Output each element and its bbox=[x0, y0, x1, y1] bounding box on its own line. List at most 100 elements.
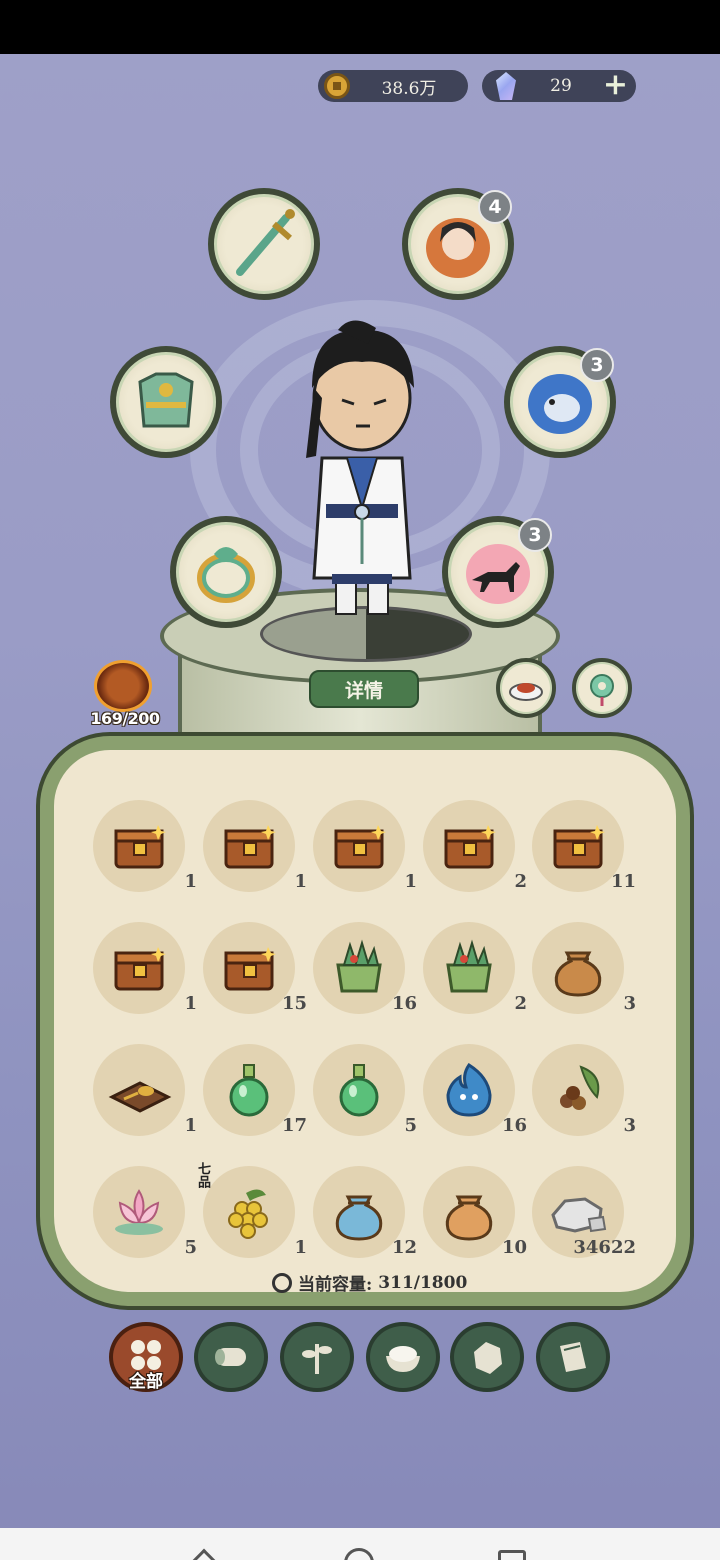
item-count: 3 bbox=[623, 1115, 636, 1136]
spirit-flame-icon bbox=[446, 1062, 492, 1117]
spirit-beast-slot[interactable]: 3 bbox=[504, 346, 616, 458]
inventory-item[interactable]: 5 bbox=[93, 1166, 197, 1258]
home-icon[interactable] bbox=[344, 1548, 374, 1560]
jade-pendant-icon bbox=[590, 674, 614, 706]
energy-value: 169/200 bbox=[90, 709, 160, 728]
item-count: 1 bbox=[404, 871, 417, 892]
herb-icon bbox=[302, 1344, 332, 1374]
companion-slot[interactable]: 4 bbox=[402, 188, 514, 300]
inventory-item[interactable]: 34622 bbox=[532, 1166, 636, 1258]
potion-icon bbox=[229, 1064, 269, 1117]
inventory-item[interactable]: 1 bbox=[93, 1044, 197, 1136]
capacity-label: 当前容量: bbox=[298, 1275, 373, 1295]
inventory-item[interactable]: 2 bbox=[423, 922, 527, 1014]
coin-icon bbox=[324, 73, 350, 99]
system-nav-bar bbox=[0, 1528, 720, 1560]
chest-icon bbox=[114, 825, 166, 869]
tab-food[interactable] bbox=[366, 1322, 440, 1392]
tab-ore[interactable] bbox=[450, 1322, 524, 1392]
tab-scrolls[interactable] bbox=[536, 1322, 610, 1392]
mount-badge: 3 bbox=[518, 518, 552, 552]
tab-herbs[interactable] bbox=[280, 1322, 354, 1392]
inventory-item[interactable]: 16 bbox=[313, 922, 417, 1014]
pouch-icon bbox=[445, 1195, 493, 1241]
gem-icon bbox=[496, 72, 516, 100]
inventory-item[interactable]: 12 bbox=[313, 1166, 417, 1258]
chest-icon bbox=[114, 947, 166, 991]
spoon-board-icon bbox=[108, 1081, 172, 1113]
inventory-item[interactable]: 1 七品 bbox=[195, 1162, 307, 1258]
status-bar bbox=[0, 0, 720, 54]
player-character[interactable] bbox=[292, 318, 432, 634]
item-count: 1 bbox=[184, 1115, 197, 1136]
chest-icon bbox=[224, 947, 276, 991]
tab-wood[interactable] bbox=[194, 1322, 268, 1392]
item-count: 1 bbox=[184, 993, 197, 1014]
fruit-icon bbox=[228, 1189, 268, 1239]
item-count: 1 bbox=[294, 1237, 307, 1258]
inventory-item[interactable]: 1 bbox=[203, 800, 307, 892]
inventory-item[interactable]: 2 bbox=[423, 800, 527, 892]
sword-icon bbox=[236, 209, 295, 276]
herb-basket-icon bbox=[446, 939, 492, 993]
item-count: 17 bbox=[281, 1115, 307, 1136]
item-count: 34622 bbox=[573, 1237, 636, 1258]
item-count: 15 bbox=[281, 993, 307, 1014]
wood-log-icon bbox=[215, 1348, 246, 1366]
tab-all[interactable]: 全部 bbox=[109, 1322, 183, 1392]
item-count: 2 bbox=[514, 871, 527, 892]
dish-icon bbox=[509, 683, 543, 701]
coin-counter[interactable]: 38.6万 bbox=[318, 70, 468, 102]
companion-badge: 4 bbox=[478, 190, 512, 224]
inventory-item[interactable]: 3 bbox=[532, 1044, 636, 1136]
item-count: 12 bbox=[391, 1237, 417, 1258]
inventory-item[interactable]: 15 bbox=[203, 922, 307, 1014]
spirit-beast-badge: 3 bbox=[580, 348, 614, 382]
chest-icon bbox=[553, 825, 605, 869]
gem-counter[interactable]: 29 + bbox=[482, 70, 636, 102]
inventory-item[interactable]: 3 bbox=[532, 922, 636, 1014]
inventory-item[interactable]: 16 bbox=[423, 1044, 527, 1136]
armor-slot[interactable] bbox=[110, 346, 222, 458]
inventory-item[interactable]: 5 bbox=[313, 1044, 417, 1136]
capacity-value: 311/1800 bbox=[378, 1272, 468, 1293]
food-slot[interactable] bbox=[496, 658, 556, 718]
inventory-item[interactable]: 1 bbox=[313, 800, 417, 892]
inventory-item[interactable]: 1 bbox=[93, 922, 197, 1014]
tab-all-label: 全部 bbox=[129, 1372, 163, 1392]
chest-icon bbox=[224, 825, 276, 869]
inventory-item[interactable]: 17 bbox=[203, 1044, 307, 1136]
add-gems-icon[interactable]: + bbox=[603, 70, 628, 100]
pouch-icon bbox=[554, 951, 602, 997]
details-button[interactable]: 详情 bbox=[309, 670, 419, 708]
chest-icon bbox=[444, 825, 496, 869]
item-count: 5 bbox=[184, 1237, 197, 1258]
item-grade-tag: 七品 bbox=[195, 1162, 210, 1188]
ore-chunk-icon bbox=[474, 1342, 502, 1374]
item-count: 11 bbox=[610, 871, 636, 892]
back-icon[interactable] bbox=[192, 1548, 216, 1560]
weapon-slot[interactable] bbox=[208, 188, 320, 300]
armor-icon bbox=[138, 372, 194, 428]
item-count: 1 bbox=[184, 871, 197, 892]
capacity-indicator: 当前容量: 311/1800 bbox=[272, 1270, 467, 1295]
inventory-item[interactable]: 1 bbox=[93, 800, 197, 892]
item-count: 16 bbox=[501, 1115, 527, 1136]
lotus-icon bbox=[115, 1189, 163, 1235]
coin-value: 38.6万 bbox=[381, 78, 437, 99]
jade-pendant-slot[interactable] bbox=[572, 658, 632, 718]
item-count: 16 bbox=[391, 993, 417, 1014]
ring-slot[interactable] bbox=[170, 516, 282, 628]
recent-apps-icon[interactable] bbox=[498, 1550, 526, 1560]
ore-icon bbox=[551, 1197, 607, 1233]
herb-basket-icon bbox=[336, 939, 382, 993]
item-count: 10 bbox=[501, 1237, 527, 1258]
item-count: 2 bbox=[514, 993, 527, 1014]
mount-slot[interactable]: 3 bbox=[442, 516, 554, 628]
energy-icon[interactable] bbox=[94, 660, 152, 712]
capacity-icon bbox=[272, 1272, 292, 1293]
inventory-item[interactable]: 11 bbox=[532, 800, 636, 892]
inventory-item[interactable]: 10 bbox=[423, 1166, 527, 1258]
ring-icon bbox=[197, 547, 255, 603]
item-count: 3 bbox=[623, 993, 636, 1014]
